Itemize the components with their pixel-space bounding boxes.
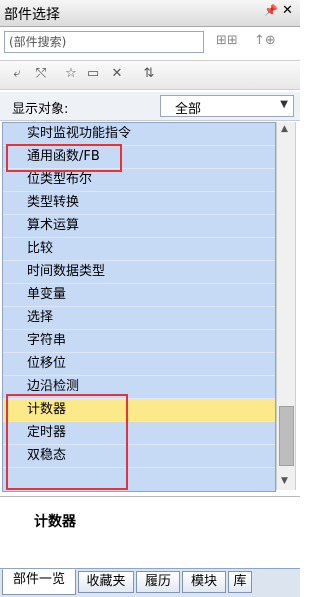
tab-library[interactable]: 库 — [228, 571, 252, 593]
favorite-star-icon[interactable]: ☆ — [62, 65, 80, 83]
tab-bar: 部件一览 收藏夹 履历 模块 库 — [0, 568, 300, 597]
folder-icon[interactable]: ▭ — [84, 65, 102, 83]
list-item[interactable]: 字符串 — [3, 330, 275, 353]
sort-icon[interactable]: ⇅ — [140, 65, 158, 83]
list-item[interactable]: 选择 — [3, 307, 275, 330]
delete-icon[interactable]: ✕ — [108, 65, 126, 83]
list-item[interactable]: 类型转换 — [3, 192, 275, 215]
scroll-up-icon[interactable]: ▲ — [281, 124, 288, 134]
list-item[interactable]: 位类型布尔 — [3, 169, 275, 192]
filter-row: 显示对象: 全部 ▼ — [0, 92, 300, 121]
search-input[interactable] — [4, 31, 204, 53]
highlight-box — [6, 144, 122, 172]
window-title: 部件选择 — [4, 7, 60, 23]
close-icon[interactable]: ✕ — [282, 3, 293, 18]
tree-collapse-icon[interactable]: ⤲ — [32, 65, 50, 83]
tree-expand-icon[interactable]: ⤶ — [8, 65, 26, 83]
description-panel: 计数器 — [0, 496, 300, 565]
filter-selected-value: 全部 — [175, 102, 202, 117]
scroll-down-icon[interactable]: ▼ — [281, 476, 288, 486]
tab-modules[interactable]: 模块 — [182, 571, 226, 593]
list-item[interactable]: 单变量 — [3, 284, 275, 307]
description-title: 计数器 — [34, 514, 76, 530]
list-item[interactable]: 算术运算 — [3, 215, 275, 238]
chevron-down-icon: ▼ — [280, 99, 288, 110]
tab-component-list[interactable]: 部件一览 — [2, 569, 76, 595]
highlight-box — [6, 394, 128, 490]
list-item[interactable]: 实时监视功能指令 — [3, 123, 275, 146]
tab-history[interactable]: 履历 — [136, 571, 180, 593]
tab-favorites[interactable]: 收藏夹 — [78, 571, 134, 593]
search-row: ⊞⊞ ↑⊕ — [0, 28, 300, 58]
scrollbar-thumb[interactable] — [279, 406, 294, 466]
list-item[interactable]: 比较 — [3, 238, 275, 261]
toolbar: ⤶ ⤲ ☆ ▭ ✕ ⇅ — [0, 60, 300, 90]
filter-label: 显示对象: — [12, 102, 69, 117]
search-options-icon[interactable]: ↑⊕ — [254, 33, 276, 53]
pin-icon[interactable]: 📌 — [264, 4, 278, 17]
list-item[interactable]: 时间数据类型 — [3, 261, 275, 284]
title-bar: 部件选择 📌 ✕ — [0, 0, 300, 27]
list-item[interactable]: 位移位 — [3, 353, 275, 376]
list-scrollbar[interactable]: ▲ ▼ — [276, 122, 296, 490]
search-button[interactable]: ⊞⊞ — [216, 33, 238, 53]
filter-select[interactable]: 全部 ▼ — [160, 95, 294, 117]
